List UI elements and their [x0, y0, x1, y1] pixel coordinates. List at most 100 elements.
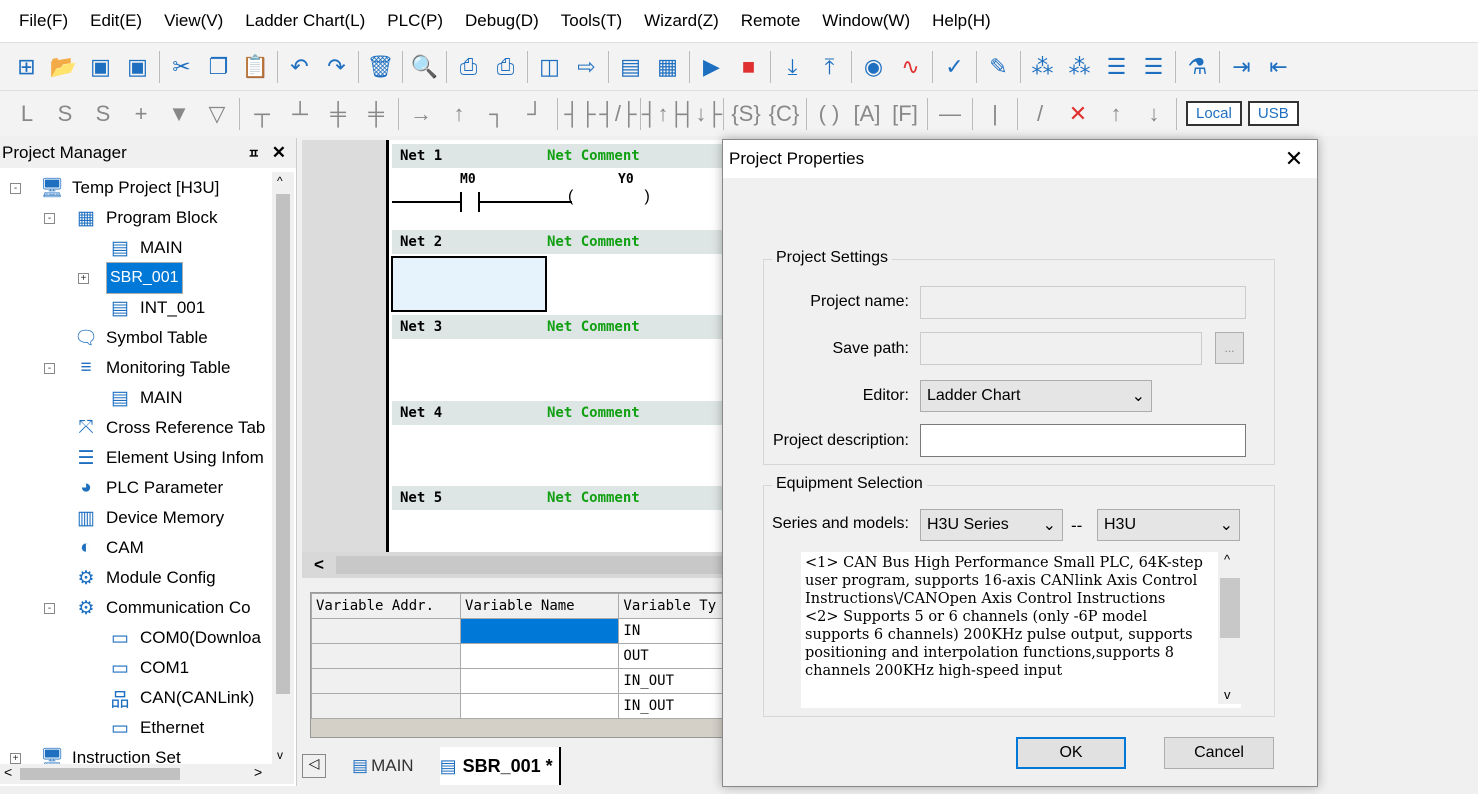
- copy-icon[interactable]: ❐: [200, 49, 237, 85]
- tree-item[interactable]: ◐ CAM: [72, 534, 144, 562]
- menu-item[interactable]: PLC(P): [376, 11, 454, 31]
- menu-item[interactable]: Help(H): [921, 11, 1002, 31]
- usb-button[interactable]: USB: [1247, 101, 1299, 126]
- corner-icon[interactable]: ┐: [478, 96, 516, 132]
- trace-icon[interactable]: ∿: [892, 49, 929, 85]
- login-icon[interactable]: ⇥: [1223, 49, 1260, 85]
- ok-button[interactable]: OK: [1016, 737, 1126, 769]
- tree-item[interactable]: ≡ Monitoring Table: [72, 354, 230, 382]
- tree-item[interactable]: ▭ COM0(Downloa: [106, 624, 261, 652]
- stl-icon[interactable]: S: [46, 96, 84, 132]
- tree-item[interactable]: ▭ Ethernet: [106, 714, 204, 742]
- local-button[interactable]: Local: [1186, 101, 1242, 126]
- table-cell[interactable]: [460, 693, 620, 719]
- menu-item[interactable]: Remote: [730, 11, 812, 31]
- cancel-button[interactable]: Cancel: [1164, 737, 1274, 769]
- browse-button[interactable]: ...: [1215, 332, 1244, 364]
- network[interactable]: Net 1 Net Comment: [392, 144, 732, 229]
- tree-item[interactable]: ⚙ Module Config: [72, 564, 215, 592]
- save-icon[interactable]: ▣: [82, 49, 119, 85]
- h-line-icon[interactable]: —: [931, 96, 969, 132]
- table-cell[interactable]: IN_OUT: [618, 693, 729, 719]
- tree-item[interactable]: 🗨 Symbol Table: [72, 324, 208, 352]
- menu-item[interactable]: Debug(D): [454, 11, 550, 31]
- falling-icon[interactable]: ┤↓├: [680, 96, 722, 132]
- menu-item[interactable]: File(F): [8, 11, 79, 31]
- network[interactable]: Net 4 Net Comment: [392, 400, 732, 486]
- run-icon[interactable]: ▶: [693, 49, 730, 85]
- redo-icon[interactable]: ↷: [318, 49, 355, 85]
- a-instr-icon[interactable]: [A]: [848, 96, 886, 132]
- table-cell[interactable]: IN: [618, 618, 729, 644]
- edit-icon[interactable]: ✎: [980, 49, 1017, 85]
- expand-toggle[interactable]: +: [10, 753, 21, 764]
- pin-icon[interactable]: ㅍ: [248, 143, 260, 163]
- vline-icon[interactable]: ↑: [440, 96, 478, 132]
- description-scrollbar[interactable]: ^ v: [1218, 552, 1242, 704]
- tree-item[interactable]: ▦ Program Block: [72, 204, 217, 232]
- network-comment[interactable]: Net Comment: [547, 490, 640, 506]
- grid-icon[interactable]: ⁂: [1024, 49, 1061, 85]
- tree-item[interactable]: ▥ Device Memory: [72, 504, 224, 532]
- down-arrow-icon[interactable]: ▼: [160, 96, 198, 132]
- monitor-icon[interactable]: ◉: [855, 49, 892, 85]
- slash-icon[interactable]: /: [1021, 96, 1059, 132]
- network-comment[interactable]: Net Comment: [547, 234, 640, 250]
- table-cell[interactable]: IN_OUT: [618, 668, 729, 694]
- cell-cursor[interactable]: [391, 256, 547, 312]
- tree-item[interactable]: 品 CAN(CANLink): [106, 684, 254, 712]
- compile-icon[interactable]: ▤: [612, 49, 649, 85]
- network-comment[interactable]: Net Comment: [547, 319, 640, 335]
- table-row[interactable]: OUT: [310, 643, 729, 669]
- hline-icon[interactable]: →: [402, 96, 440, 132]
- corner2-icon[interactable]: ┘: [516, 96, 554, 132]
- table-row[interactable]: IN: [310, 618, 729, 644]
- model-select[interactable]: H3U ⌄: [1097, 509, 1240, 541]
- window-icon[interactable]: ◫: [531, 49, 568, 85]
- search-icon[interactable]: 🔍: [406, 49, 443, 85]
- paste-icon[interactable]: 📋: [237, 49, 274, 85]
- contact-nc-icon[interactable]: ┤/├: [599, 96, 637, 132]
- tab-sbr-001[interactable]: ▤ SBR_001 *: [439, 747, 561, 785]
- table-cell[interactable]: [310, 668, 462, 694]
- collapse-toggle[interactable]: -: [44, 603, 55, 614]
- c-instr-icon[interactable]: {C}: [765, 96, 803, 132]
- ladder-editor[interactable]: Net 1 Net Comment Net 2 Net Comment Net 3 Net…: [302, 140, 732, 552]
- undo-icon[interactable]: ↶: [281, 49, 318, 85]
- menu-item[interactable]: Ladder Chart(L): [234, 11, 376, 31]
- window-export-icon[interactable]: ⇨: [568, 49, 605, 85]
- insert-row-icon[interactable]: ☰: [1098, 49, 1135, 85]
- coil-icon[interactable]: ( ): [810, 96, 848, 132]
- tree-item[interactable]: 🖥 Temp Project [H3U]: [38, 174, 219, 202]
- compile-all-icon[interactable]: ▦: [649, 49, 686, 85]
- project-description-input[interactable]: [920, 424, 1246, 457]
- lad-icon[interactable]: L: [8, 96, 46, 132]
- table-cell[interactable]: [310, 693, 462, 719]
- delete-row-icon[interactable]: ☰: [1135, 49, 1172, 85]
- editor-horizontal-scrollbar[interactable]: <: [302, 552, 732, 578]
- close-icon[interactable]: ✕: [272, 143, 286, 163]
- table-cell[interactable]: [310, 643, 462, 669]
- branch3-icon[interactable]: ╪: [319, 96, 357, 132]
- tree-item[interactable]: ☰ Element Using Infom: [72, 444, 263, 472]
- tree-item[interactable]: ▤ MAIN: [106, 384, 182, 412]
- branch-icon[interactable]: ┬: [243, 96, 281, 132]
- close-icon[interactable]: ✕: [1271, 146, 1317, 172]
- collapse-toggle[interactable]: -: [10, 183, 21, 194]
- menu-item[interactable]: View(V): [153, 11, 234, 31]
- network[interactable]: Net 3 Net Comment: [392, 315, 732, 400]
- tree-item[interactable]: ▤ MAIN: [106, 234, 182, 262]
- table-cell[interactable]: OUT: [618, 643, 729, 669]
- table-row[interactable]: IN_OUT: [310, 693, 729, 719]
- tree-vertical-scrollbar[interactable]: ^ v: [272, 172, 294, 764]
- table-cell[interactable]: [460, 618, 620, 644]
- stop-icon[interactable]: ■: [730, 49, 767, 85]
- editor-select[interactable]: Ladder Chart ⌄: [920, 380, 1152, 412]
- network-comment[interactable]: Net Comment: [547, 405, 640, 421]
- table-cell[interactable]: [460, 668, 620, 694]
- branch2-icon[interactable]: ┴: [281, 96, 319, 132]
- table-cell[interactable]: [310, 618, 462, 644]
- table-cell[interactable]: [460, 643, 620, 669]
- open-icon[interactable]: 📂: [45, 49, 82, 85]
- download-icon[interactable]: ⤓: [774, 49, 811, 85]
